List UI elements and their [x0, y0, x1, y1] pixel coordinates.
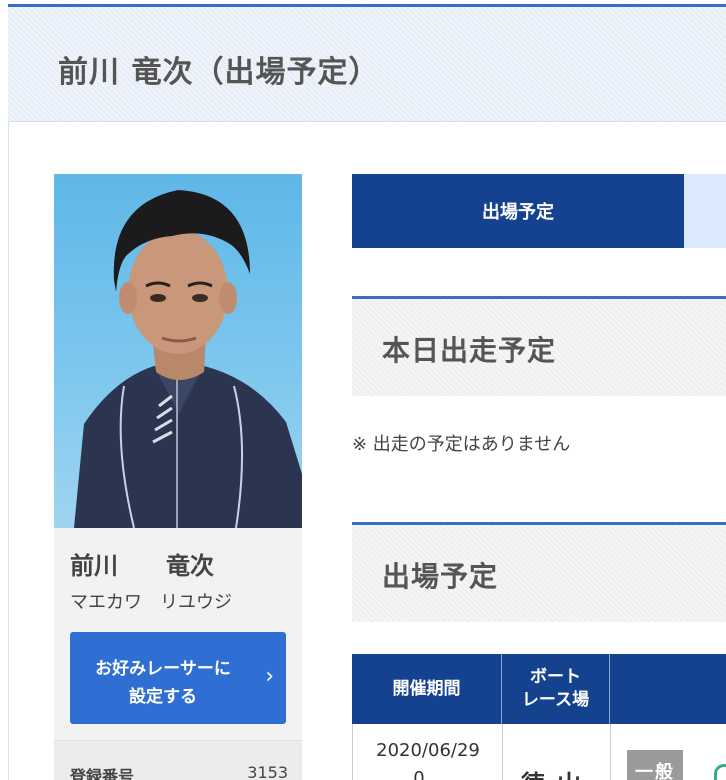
registration-number-label: 登録番号	[70, 767, 135, 780]
content-frame-border	[8, 122, 9, 780]
schedule-table-header: 開催期間 ボート レース場	[352, 654, 726, 724]
tab-upcoming-races-label: 出場予定	[482, 202, 554, 223]
racer-name-kana: マエカワ リユウジ	[70, 592, 232, 613]
racer-name-kanji: 前川 竜次	[70, 552, 214, 580]
column-header-grade	[610, 654, 726, 724]
race-period-cell: 2020/06/29 0…	[353, 724, 503, 780]
racer-profile-card: 前川 竜次 マエカワ リユウジ お好みレーサーに 設定する › 登録番号 315…	[54, 174, 302, 780]
today-races-heading: 本日出走予定	[382, 334, 557, 367]
registration-number-row: 登録番号 3153	[54, 740, 302, 780]
registration-number-value: 3153	[247, 763, 288, 780]
no-races-note: ※ 出走の予定はありません	[352, 434, 571, 455]
race-period-start: 2020/06/29	[376, 740, 480, 761]
upcoming-races-section-header: 出場予定	[352, 522, 726, 622]
chevron-right-icon: ›	[265, 664, 274, 689]
favorite-button-label-line2: 設定する	[129, 687, 197, 707]
tab-secondary[interactable]	[684, 174, 726, 248]
racer-photo	[54, 174, 302, 528]
race-venue-cell: 徳山	[503, 724, 611, 780]
race-grade-badge: 一般	[627, 750, 683, 780]
today-races-section-header: 本日出走予定	[352, 296, 726, 396]
page-title: 前川 竜次（出場予定）	[58, 55, 380, 90]
upcoming-races-heading: 出場予定	[382, 560, 499, 593]
tab-upcoming-races[interactable]: 出場予定	[352, 174, 684, 248]
partial-icon	[714, 764, 726, 780]
set-favorite-racer-button[interactable]: お好みレーサーに 設定する ›	[70, 632, 286, 724]
column-header-period: 開催期間	[352, 654, 502, 724]
race-venue: 徳山	[521, 764, 593, 780]
page-header: 前川 竜次（出場予定）	[8, 4, 726, 122]
favorite-button-label-line1: お好みレーサーに	[95, 659, 231, 679]
table-row[interactable]: 2020/06/29 0… 徳山 一般	[352, 724, 726, 780]
race-period-end: 0…	[413, 768, 443, 780]
column-header-venue: ボート レース場	[502, 654, 610, 724]
